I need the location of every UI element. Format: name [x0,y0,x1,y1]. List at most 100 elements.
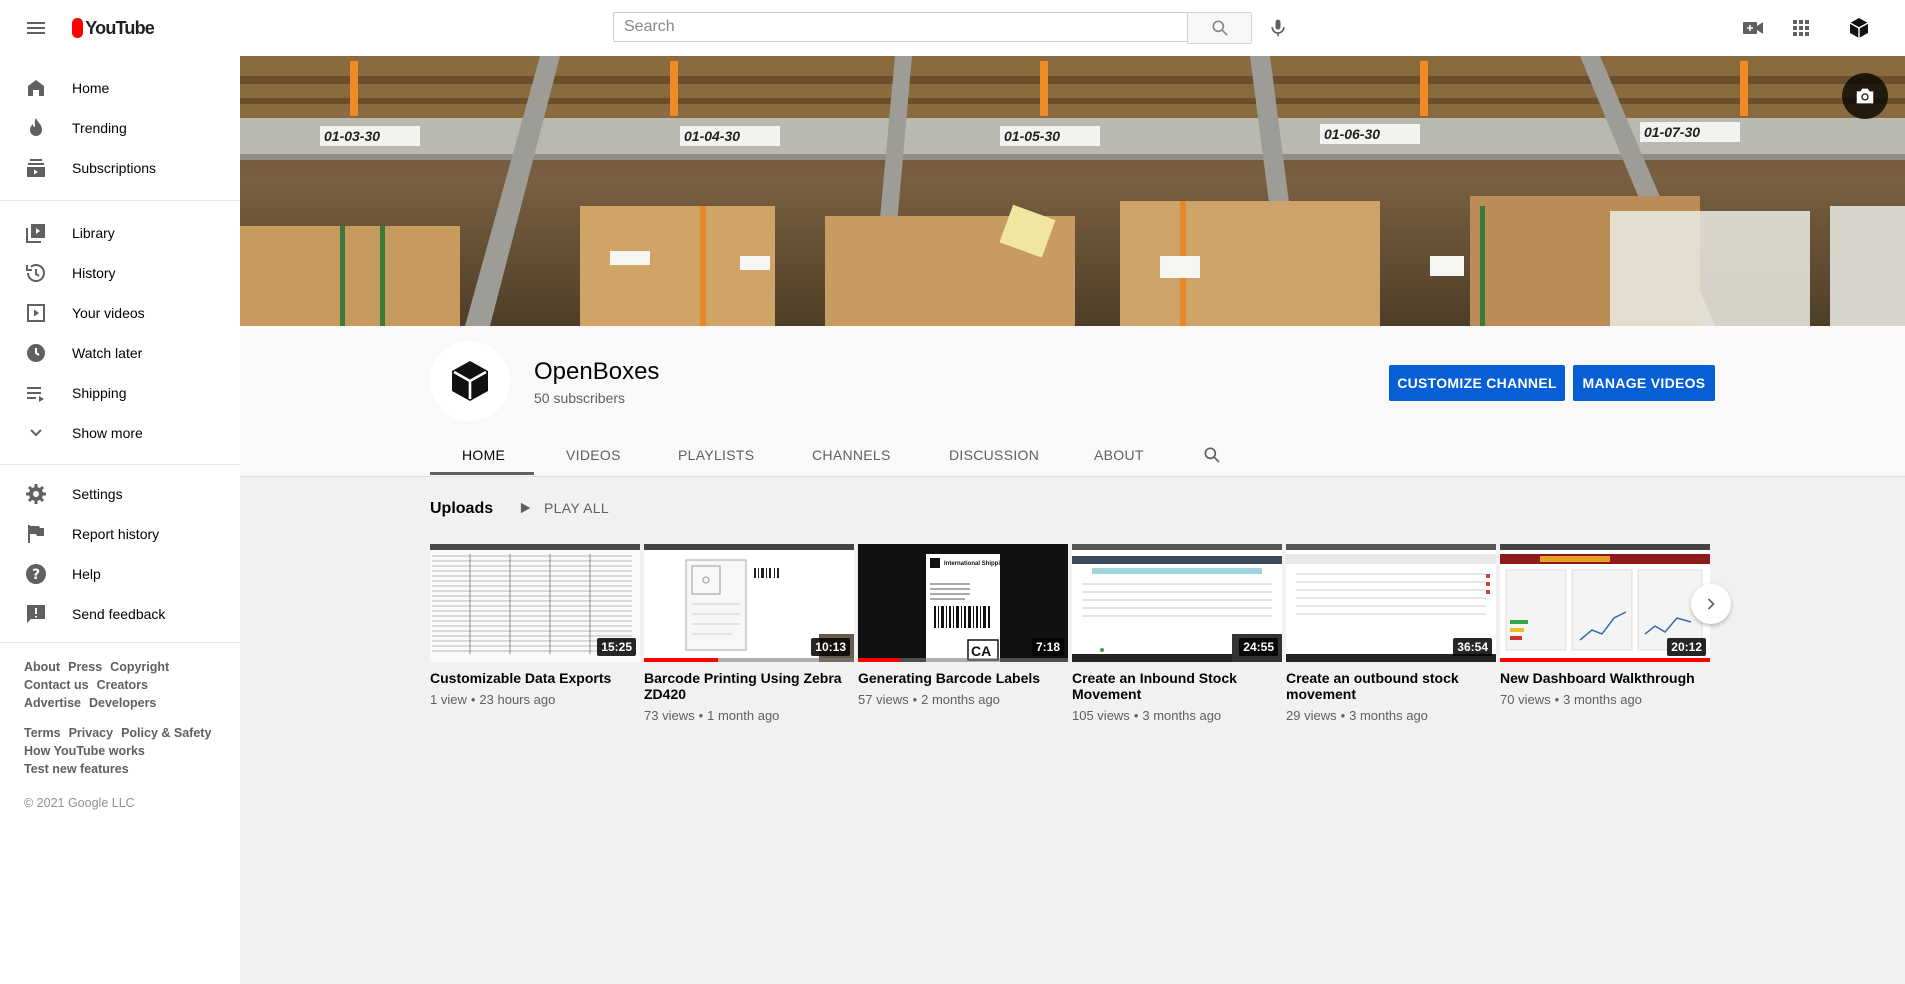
sidebar-item-library[interactable]: Library [0,213,240,253]
footer-link-policy-safety[interactable]: Policy & Safety [121,726,211,740]
video-title[interactable]: Customizable Data Exports [430,670,640,686]
sidebar-item-label: Show more [72,425,143,441]
sidebar-item-report-history[interactable]: Report history [0,514,240,554]
camera-icon [1856,88,1874,104]
feedback-icon [24,602,48,626]
video-meta: 70 views • 3 months ago [1500,692,1642,707]
footer-link-press[interactable]: Press [68,660,102,674]
sidebar-item-settings[interactable]: Settings [0,474,240,514]
change-banner-button[interactable] [1842,73,1888,119]
sidebar-item-label: Shipping [72,385,127,401]
footer-link-terms[interactable]: Terms [24,726,61,740]
sidebar-item-your-videos[interactable]: Your videos [0,293,240,333]
video-card[interactable]: 15:25 Customizable Data Exports 1 view • 2… [430,544,640,707]
create-video-icon[interactable] [1741,16,1765,40]
video-thumbnail[interactable]: International Shipping CA 7:18 [858,544,1068,662]
library-icon [24,221,48,245]
video-views: 29 views [1286,708,1337,723]
tab-home[interactable]: HOME [462,434,505,476]
carousel-next-button[interactable] [1691,584,1731,624]
subscriber-count: 50 subscribers [534,390,626,406]
menu-icon[interactable] [24,16,48,40]
video-thumbnail[interactable]: 20:12 [1500,544,1710,662]
footer-link-developers[interactable]: Developers [89,696,156,710]
footer-link-test-new-features[interactable]: Test new features [24,762,129,776]
video-views: 1 view [430,692,467,707]
tab-discussion[interactable]: DISCUSSION [949,434,1039,476]
video-meta: 73 views • 1 month ago [644,708,780,723]
video-thumbnail[interactable]: 36:54 [1286,544,1496,662]
footer-link-contact[interactable]: Contact us [24,678,89,692]
tab-playlists[interactable]: PLAYLISTS [678,434,754,476]
sidebar-item-home[interactable]: Home [0,68,240,108]
video-card[interactable]: 36:54 Create an outbound stock movement … [1286,544,1496,723]
footer-link-privacy[interactable]: Privacy [69,726,113,740]
search-icon [1212,20,1228,36]
video-title[interactable]: Barcode Printing Using Zebra ZD420 [644,670,854,702]
footer-links-row: How YouTube works [24,744,153,758]
footer-link-how-youtube-works[interactable]: How YouTube works [24,744,145,758]
channel-avatar[interactable] [430,341,510,421]
watch-progress [644,658,718,662]
video-title[interactable]: Create an Inbound Stock Movement [1072,670,1282,702]
youtube-play-icon [72,18,92,38]
search-icon [1204,447,1220,463]
sidebar-item-label: Trending [72,120,127,136]
shelf-label: 01-03-30 [324,128,380,144]
play-all-button[interactable]: PLAY ALL [518,500,609,516]
footer-link-about[interactable]: About [24,660,60,674]
footer-links-row: About Press Copyright [24,660,177,674]
search-input[interactable] [614,13,1187,41]
sidebar-item-label: History [72,265,116,281]
tab-about[interactable]: ABOUT [1094,434,1144,476]
shelf-label: 01-04-30 [684,128,740,144]
footer-link-creators[interactable]: Creators [97,678,148,692]
video-thumbnail[interactable]: 15:25 [430,544,640,662]
search-box [613,12,1187,42]
sidebar-item-trending[interactable]: Trending [0,108,240,148]
video-card[interactable]: 10:13 Barcode Printing Using Zebra ZD420… [644,544,854,723]
tab-videos[interactable]: VIDEOS [566,434,621,476]
customize-channel-button[interactable]: CUSTOMIZE CHANNEL [1389,365,1565,401]
tab-channels[interactable]: CHANNELS [812,434,891,476]
youtube-logo[interactable]: YouTube [72,18,155,38]
footer-link-advertise[interactable]: Advertise [24,696,81,710]
sidebar-item-subscriptions[interactable]: Subscriptions [0,148,240,188]
video-age: 3 months ago [1563,692,1642,707]
video-age: 1 month ago [707,708,780,723]
sidebar-item-shipping[interactable]: Shipping [0,373,240,413]
voice-search-button[interactable] [1264,14,1292,42]
sidebar-item-label: Help [72,566,101,582]
sidebar-item-help[interactable]: ? Help [0,554,240,594]
video-card[interactable]: International Shipping CA 7:18 Generatin… [858,544,1068,707]
apps-grid-icon[interactable] [1789,16,1813,40]
video-age: 3 months ago [1349,708,1428,723]
footer-link-copyright[interactable]: Copyright [110,660,169,674]
sidebar-item-history[interactable]: History [0,253,240,293]
video-title[interactable]: New Dashboard Walkthrough [1500,670,1710,686]
sidebar-item-watch-later[interactable]: Watch later [0,333,240,373]
sidebar-item-label: Home [72,80,110,96]
watch-progress [1500,658,1710,662]
video-card[interactable]: 24:55 Create an Inbound Stock Movement 1… [1072,544,1282,723]
video-thumbnail[interactable]: 24:55 [1072,544,1282,662]
video-age: 2 months ago [921,692,1000,707]
microphone-icon [1271,19,1285,37]
footer-links-row: Test new features [24,762,137,776]
account-avatar-icon[interactable] [1847,16,1871,40]
video-card[interactable]: 20:12 New Dashboard Walkthrough 70 views… [1500,544,1710,707]
copyright-text: © 2021 Google LLC [24,796,135,810]
sidebar-item-show-more[interactable]: Show more [0,413,240,453]
video-title[interactable]: Create an outbound stock movement [1286,670,1496,702]
channel-banner: 01-03-30 01-04-30 01-05-30 01-06-30 01-0… [240,56,1905,326]
manage-videos-button[interactable]: MANAGE VIDEOS [1573,365,1715,401]
video-age: 23 hours ago [479,692,556,707]
video-thumbnail[interactable]: 10:13 [644,544,854,662]
channel-search-button[interactable] [1202,434,1222,476]
video-title[interactable]: Generating Barcode Labels [858,670,1068,686]
top-bar: YouTube [0,0,1905,56]
video-duration: 10:13 [811,638,850,656]
sidebar-item-send-feedback[interactable]: Send feedback [0,594,240,634]
uploads-title[interactable]: Uploads [430,500,493,518]
search-button[interactable] [1187,12,1252,44]
